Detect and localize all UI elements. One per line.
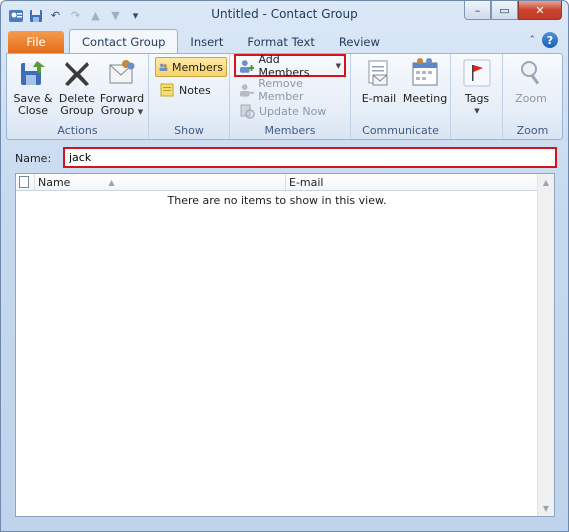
ribbon-tab-controls: ⌃ ? <box>528 32 558 48</box>
magnifier-icon <box>521 61 540 85</box>
add-members-icon <box>239 59 255 73</box>
tab-contact-group[interactable]: Contact Group <box>69 29 179 53</box>
group-tags: Tags ▼ <box>451 54 503 139</box>
group-zoom: Zoom Zoom <box>503 54 562 139</box>
group-label-actions: Actions <box>57 124 98 137</box>
delete-group-button[interactable]: Delete Group <box>57 57 97 117</box>
group-label-show: Show <box>174 124 204 137</box>
document-icon <box>19 176 29 188</box>
name-row: Name: <box>6 146 563 170</box>
forward-group-label-2: Group ▼ <box>100 104 144 117</box>
group-actions: Save & Close Delete Group Forward Group … <box>7 54 149 139</box>
meeting-button[interactable]: Meeting <box>403 57 447 105</box>
minimize-button[interactable]: – <box>464 1 491 20</box>
group-show: Members Notes Show <box>149 54 230 139</box>
remove-member-button[interactable]: Remove Member <box>236 77 350 103</box>
ribbon-tabs: File Contact Group Insert Format Text Re… <box>8 29 392 53</box>
window-controls: – ▭ ✕ <box>464 1 562 20</box>
name-column-header[interactable]: Name ▲ <box>35 174 286 190</box>
chevron-down-icon: ▼ <box>335 61 341 70</box>
email-icon <box>368 60 388 86</box>
remove-member-icon <box>239 84 255 97</box>
update-now-icon <box>240 104 255 119</box>
notes-icon <box>160 83 174 97</box>
restore-button[interactable]: ▭ <box>491 1 518 20</box>
minimize-ribbon-icon[interactable]: ⌃ <box>528 35 536 45</box>
zoom-button[interactable]: Zoom <box>511 57 551 105</box>
group-label-zoom: Zoom <box>516 124 549 137</box>
notes-view-label: Notes <box>179 83 211 97</box>
email-column-label: E-mail <box>289 175 324 189</box>
status-bar <box>1 517 568 531</box>
save-close-icon <box>21 61 45 85</box>
notes-view-button[interactable]: Notes <box>156 80 214 100</box>
flag-icon <box>463 59 491 87</box>
members-view-label: Members <box>172 60 223 74</box>
tab-review[interactable]: Review <box>327 31 392 53</box>
close-button[interactable]: ✕ <box>518 1 562 20</box>
forward-group-icon <box>109 60 135 84</box>
members-icon <box>159 63 168 71</box>
tab-format-text[interactable]: Format Text <box>235 31 326 53</box>
delete-group-label-2: Group <box>60 104 94 117</box>
save-close-button[interactable]: Save & Close <box>13 57 53 117</box>
scroll-down-arrow-icon[interactable]: ▼ <box>538 500 554 516</box>
update-now-label: Update Now <box>259 104 327 118</box>
name-column-label: Name <box>38 175 71 189</box>
name-label: Name: <box>15 152 52 165</box>
add-members-label: Add Members <box>258 52 310 79</box>
forward-group-button[interactable]: Forward Group ▼ <box>99 57 145 118</box>
item-type-column-header[interactable] <box>16 174 35 190</box>
email-button[interactable]: E-mail <box>359 57 399 105</box>
help-icon[interactable]: ? <box>542 32 558 48</box>
ribbon: Save & Close Delete Group Forward Group … <box>6 53 563 140</box>
email-column-header[interactable]: E-mail <box>286 174 538 190</box>
name-input[interactable] <box>63 147 557 168</box>
vertical-scrollbar[interactable]: ▲ ▼ <box>537 174 554 516</box>
meeting-label: Meeting <box>402 92 448 105</box>
tab-file[interactable]: File <box>8 31 64 53</box>
group-label-members: Members <box>264 124 316 137</box>
scroll-up-arrow-icon[interactable]: ▲ <box>538 174 554 190</box>
sort-ascending-icon: ▲ <box>108 177 115 187</box>
list-header: Name ▲ E-mail <box>16 174 538 191</box>
contact-group-window: ↶ ↷ ▲ ▼ ▾ Untitled - Contact Group – ▭ ✕… <box>0 0 569 532</box>
delete-x-icon <box>65 62 89 86</box>
tags-button[interactable]: Tags ▼ <box>459 57 495 117</box>
remove-member-label: Remove Member <box>258 77 304 103</box>
group-label-communicate: Communicate <box>362 124 439 137</box>
zoom-label: Zoom <box>515 92 547 105</box>
group-communicate: E-mail Meeting Communicate <box>351 54 451 139</box>
save-close-label-2: Close <box>18 104 48 117</box>
chevron-down-icon: ▼ <box>474 107 480 115</box>
update-now-button[interactable]: Update Now <box>236 101 329 121</box>
add-members-button[interactable]: Add Members ▼ <box>234 52 346 79</box>
meeting-icon <box>412 58 438 86</box>
tab-insert[interactable]: Insert <box>178 31 235 53</box>
group-members: Add Members ▼ Remove Member Update Now M… <box>230 52 351 139</box>
empty-list-message: There are no items to show in this view. <box>167 194 387 207</box>
members-list: Name ▲ E-mail There are no items to show… <box>15 173 555 517</box>
title-bar: ↶ ↷ ▲ ▼ ▾ Untitled - Contact Group – ▭ ✕ <box>1 1 568 29</box>
tags-label: Tags <box>464 92 490 105</box>
email-label: E-mail <box>361 92 397 105</box>
members-view-button[interactable]: Members <box>155 57 227 77</box>
